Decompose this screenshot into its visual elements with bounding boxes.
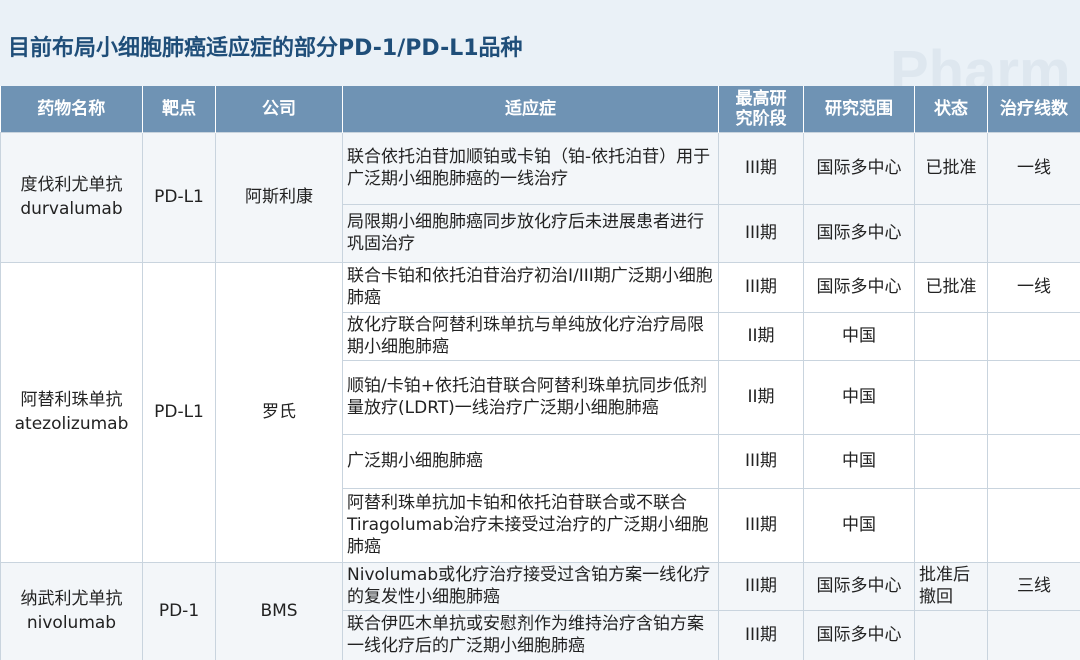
- drug-name-cn: 阿替利珠单抗: [20, 390, 123, 410]
- pd1-pdl1-table: 药物名称 靶点 公司 适应症 最高研 究阶段 研究范围 状态 治疗线数 度伐利尤…: [0, 86, 1080, 660]
- table-header-row: 药物名称 靶点 公司 适应症 最高研 究阶段 研究范围 状态 治疗线数: [0, 86, 1080, 132]
- scope-cell: 国际多中心: [803, 609, 915, 660]
- indication-cell: 联合伊匹木单抗或安慰剂作为维持治疗含铂方案一线化疗后的广泛期小细胞肺癌: [342, 609, 719, 660]
- indication-cell: Nivolumab或化疗治疗接受过含铂方案一线化疗的复发性小细胞肺癌: [342, 561, 719, 611]
- status-cell: [914, 487, 988, 563]
- scope-cell: 中国: [803, 359, 915, 435]
- company-cell: 罗氏: [215, 261, 343, 563]
- header-line: 治疗线数: [987, 86, 1080, 132]
- status-cell: [914, 609, 988, 660]
- status-cell: 批准后撤回: [914, 561, 988, 611]
- table-row: 阿替利珠单抗 atezolizumab PD-L1 罗氏 联合卡铂和依托泊苷治疗…: [0, 261, 1080, 563]
- phase-cell: III期: [718, 203, 804, 263]
- target-cell: PD-L1: [142, 131, 216, 263]
- drug-name-en: atezolizumab: [14, 414, 129, 434]
- status-cell: [914, 433, 988, 489]
- phase-cell: III期: [718, 487, 804, 563]
- target-cell: PD-1: [142, 561, 216, 660]
- phase-cell: III期: [718, 561, 804, 611]
- header-drug-name: 药物名称: [0, 86, 143, 132]
- table-row: 纳武利尤单抗 nivolumab PD-1 BMS Nivolumab或化疗治疗…: [0, 561, 1080, 660]
- drug-name-cn: 度伐利尤单抗: [20, 175, 123, 195]
- status-cell: [914, 359, 988, 435]
- drug-name-cell: 纳武利尤单抗 nivolumab: [0, 561, 143, 660]
- header-phase: 最高研 究阶段: [718, 86, 804, 132]
- phase-cell: III期: [718, 433, 804, 489]
- scope-cell: 国际多中心: [803, 561, 915, 611]
- drug-name-en: durvalumab: [20, 199, 123, 219]
- indication-cell: 阿替利珠单抗加卡铂和依托泊苷联合或不联合Tiragolumab治疗未接受过治疗的…: [342, 487, 719, 563]
- line-cell: [987, 609, 1080, 660]
- phase-cell: II期: [718, 311, 804, 361]
- phase-cell: III期: [718, 609, 804, 660]
- scope-cell: 中国: [803, 487, 915, 563]
- company-cell: 阿斯利康: [215, 131, 343, 263]
- scope-cell: 国际多中心: [803, 203, 915, 263]
- status-cell: 已批准: [914, 131, 988, 205]
- drug-name-en: nivolumab: [26, 613, 117, 633]
- drug-name-cn: 纳武利尤单抗: [20, 589, 123, 609]
- indication-cell: 广泛期小细胞肺癌: [342, 433, 719, 489]
- line-cell: 三线: [987, 561, 1080, 611]
- line-cell: [987, 433, 1080, 489]
- line-cell: [987, 203, 1080, 263]
- table-row: 度伐利尤单抗 durvalumab PD-L1 阿斯利康 联合依托泊苷加顺铂或卡…: [0, 131, 1080, 263]
- scope-cell: 国际多中心: [803, 131, 915, 205]
- header-status: 状态: [914, 86, 988, 132]
- company-cell: BMS: [215, 561, 343, 660]
- indication-cell: 局限期小细胞肺癌同步放化疗后未进展患者进行巩固治疗: [342, 203, 719, 263]
- indication-cell: 联合依托泊苷加顺铂或卡铂（铂-依托泊苷）用于广泛期小细胞肺癌的一线治疗: [342, 131, 719, 205]
- indication-cell: 联合卡铂和依托泊苷治疗初治I/III期广泛期小细胞肺癌: [342, 261, 719, 313]
- drug-name-cell: 阿替利珠单抗 atezolizumab: [0, 261, 143, 563]
- target-cell: PD-L1: [142, 261, 216, 563]
- indication-cell: 顺铂/卡铂+依托泊苷联合阿替利珠单抗同步低剂量放疗(LDRT)一线治疗广泛期小细…: [342, 359, 719, 435]
- line-cell: [987, 359, 1080, 435]
- line-cell: [987, 487, 1080, 563]
- phase-cell: II期: [718, 359, 804, 435]
- status-cell: 已批准: [914, 261, 988, 313]
- phase-cell: III期: [718, 261, 804, 313]
- drug-name-cell: 度伐利尤单抗 durvalumab: [0, 131, 143, 263]
- header-company: 公司: [215, 86, 343, 132]
- line-cell: [987, 311, 1080, 361]
- indication-cell: 放化疗联合阿替利珠单抗与单纯放化疗治疗局限期小细胞肺癌: [342, 311, 719, 361]
- scope-cell: 中国: [803, 433, 915, 489]
- page-title: 目前布局小细胞肺癌适应症的部分PD-1/PD-L1品种: [8, 36, 523, 61]
- header-scope: 研究范围: [803, 86, 915, 132]
- header-target: 靶点: [142, 86, 216, 132]
- scope-cell: 国际多中心: [803, 261, 915, 313]
- title-bar: 目前布局小细胞肺癌适应症的部分PD-1/PD-L1品种: [0, 0, 1080, 86]
- line-cell: 一线: [987, 131, 1080, 205]
- header-indication: 适应症: [342, 86, 719, 132]
- line-cell: 一线: [987, 261, 1080, 313]
- status-cell: [914, 203, 988, 263]
- scope-cell: 中国: [803, 311, 915, 361]
- phase-cell: III期: [718, 131, 804, 205]
- status-cell: [914, 311, 988, 361]
